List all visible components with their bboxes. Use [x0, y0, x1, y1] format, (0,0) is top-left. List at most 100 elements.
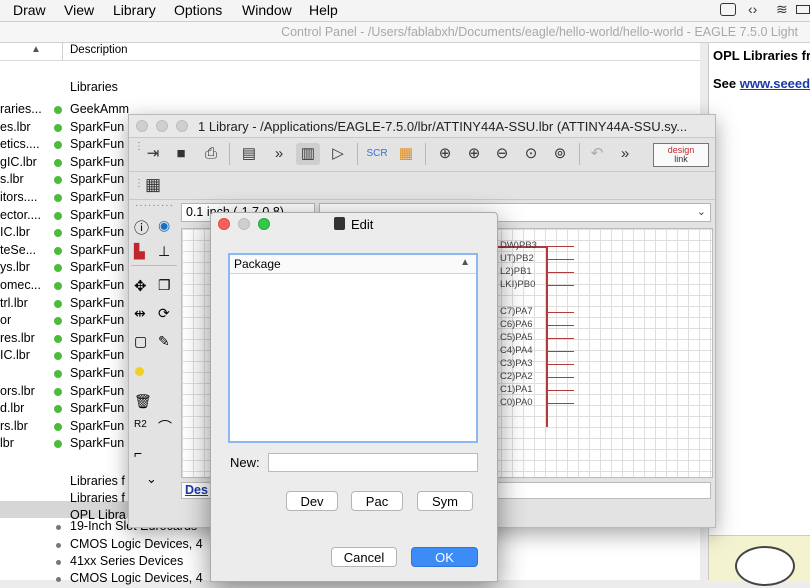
mirror-icon[interactable]: ⇹ — [134, 305, 146, 322]
library-in-use-icon[interactable] — [54, 299, 62, 308]
close-window-button[interactable] — [136, 120, 148, 132]
sym-button[interactable]: Sym — [417, 491, 473, 511]
package-list[interactable]: Package ▲ — [228, 253, 478, 443]
tree-row-description[interactable]: SparkFun — [70, 366, 124, 383]
tree-row-description[interactable]: SparkFun — [70, 384, 124, 401]
zoom-fit-icon[interactable]: ⊕ — [433, 143, 457, 165]
forward-icon[interactable]: » — [267, 143, 291, 165]
menu-library[interactable]: Library — [113, 2, 156, 18]
miter-icon[interactable]: ⌒ — [158, 417, 172, 437]
tree-row-library-file[interactable]: es.lbr — [0, 120, 31, 137]
tree-row-description[interactable]: SparkFun — [70, 172, 124, 189]
package-list-header[interactable]: Package ▲ — [230, 255, 476, 274]
library-in-use-icon[interactable] — [54, 440, 62, 449]
wire-icon[interactable]: ⌐ — [134, 445, 142, 461]
libraries-heading[interactable]: Libraries — [70, 80, 118, 97]
tree-row-description[interactable]: SparkFun — [70, 348, 124, 365]
zoom-select-icon[interactable]: ⊚ — [548, 143, 572, 165]
delete-icon[interactable]: 🗑 — [134, 393, 152, 410]
zoom-redraw-icon[interactable]: ⊙ — [519, 143, 543, 165]
tree-row-library-file[interactable]: IC.lbr — [0, 348, 30, 365]
tree-row-description[interactable]: SparkFun — [70, 120, 124, 137]
library-in-use-icon[interactable] — [54, 158, 62, 167]
tree-row-library-file[interactable]: or — [0, 313, 11, 330]
tree-row-description[interactable]: GeekAmm — [70, 102, 129, 119]
print-icon[interactable]: ⎙ — [199, 143, 223, 165]
close-dialog-button[interactable] — [218, 218, 230, 230]
tree-row-library-file[interactable]: res.lbr — [0, 331, 35, 348]
library-in-use-icon[interactable] — [54, 422, 62, 431]
tree-row-description[interactable]: SparkFun — [70, 208, 124, 225]
library-in-use-icon[interactable] — [54, 282, 62, 290]
tree-row-description[interactable]: SparkFun — [70, 313, 124, 330]
gate-icon[interactable]: ▷ — [326, 143, 350, 165]
undo-icon[interactable]: ↶ — [585, 143, 609, 165]
save-icon[interactable]: ■ — [169, 143, 193, 165]
tree-row-description[interactable]: SparkFun — [70, 419, 124, 436]
show-icon[interactable]: ◉ — [158, 217, 170, 234]
tree-row-library-file[interactable]: trl.lbr — [0, 296, 28, 313]
cancel-button[interactable]: Cancel — [331, 547, 397, 567]
sort-arrow-icon[interactable]: ▲ — [31, 44, 41, 55]
battery-icon[interactable] — [796, 5, 810, 14]
tree-row-library-file[interactable]: itors.... — [0, 190, 38, 207]
menu-view[interactable]: View — [64, 2, 94, 18]
library-in-use-icon[interactable] — [54, 334, 62, 343]
tree-row-41xx[interactable]: 41xx Series Devices — [70, 554, 183, 571]
tree-row-cmos-1[interactable]: CMOS Logic Devices, 4 — [70, 537, 203, 554]
tree-row-description[interactable]: SparkFun — [70, 155, 124, 172]
open-icon[interactable]: ⇥ — [141, 143, 165, 165]
copy-icon[interactable]: ❐ — [158, 277, 171, 294]
tree-row-description[interactable]: SparkFun — [70, 225, 124, 242]
menu-options[interactable]: Options — [174, 2, 222, 18]
tree-row-description[interactable]: SparkFun — [70, 401, 124, 418]
tree-row-library-file[interactable]: s.lbr — [0, 172, 24, 189]
mark-icon[interactable]: ⊥ — [158, 243, 170, 260]
zoom-in-icon[interactable]: ⊕ — [462, 143, 486, 165]
book-icon[interactable]: ▤ — [237, 143, 261, 165]
new-name-input[interactable] — [268, 453, 478, 472]
tree-row-library-file[interactable]: etics.... — [0, 137, 40, 154]
tree-row-description[interactable]: SparkFun — [70, 436, 124, 453]
tree-row-library-file[interactable]: gIC.lbr — [0, 155, 37, 172]
tree-row-library-file[interactable]: teSe... — [0, 243, 36, 260]
library-in-use-icon[interactable] — [54, 229, 62, 238]
design-link-button[interactable]: design link — [653, 143, 709, 167]
tree-row-description[interactable]: SparkFun — [70, 190, 124, 207]
library-in-use-icon[interactable] — [54, 370, 62, 378]
tree-row-library-file[interactable]: omec... — [0, 278, 41, 295]
description-column-header[interactable]: Description — [70, 44, 128, 56]
library-in-use-icon[interactable] — [54, 317, 62, 326]
more-icon[interactable]: » — [613, 143, 637, 165]
tree-row-library-file[interactable]: IC.lbr — [0, 225, 30, 242]
library-in-use-icon[interactable] — [54, 141, 62, 150]
dev-button[interactable]: Dev — [286, 491, 338, 511]
change-icon[interactable]: ✎ — [158, 333, 170, 350]
grid-icon[interactable]: ▦ — [141, 174, 165, 196]
ulp-icon[interactable]: ▦ — [394, 143, 418, 165]
library-in-use-icon[interactable] — [54, 123, 62, 132]
pac-button[interactable]: Pac — [351, 491, 403, 511]
description-link[interactable]: Des — [185, 483, 208, 497]
tree-row-library-file[interactable]: lbr — [0, 436, 14, 453]
chevron-down-icon[interactable]: ⌄ — [697, 205, 706, 218]
code-icon[interactable]: ‹› — [748, 1, 757, 17]
ok-button[interactable]: OK — [411, 547, 478, 567]
zoom-out-icon[interactable]: ⊖ — [490, 143, 514, 165]
menu-draw[interactable]: Draw — [13, 2, 46, 18]
seeed-link[interactable]: www.seeed — [740, 76, 810, 91]
tree-row-library-file[interactable]: ors.lbr — [0, 384, 35, 401]
library-in-use-icon[interactable] — [54, 106, 62, 114]
tree-row-libraries-1[interactable]: Libraries f — [70, 474, 125, 491]
tree-row-library-file[interactable]: ector.... — [0, 208, 41, 225]
library-in-use-icon[interactable] — [54, 246, 62, 255]
sort-arrow-icon[interactable]: ▲ — [460, 257, 470, 268]
library-in-use-icon[interactable] — [54, 264, 62, 273]
expand-palette-icon[interactable]: ⌄ — [146, 471, 157, 487]
rotate-icon[interactable]: ⟳ — [158, 305, 170, 322]
name-icon[interactable]: R2 — [134, 419, 147, 430]
library-in-use-icon[interactable] — [54, 176, 62, 185]
zoom-window-button[interactable] — [176, 120, 188, 132]
tree-row-description[interactable]: SparkFun — [70, 278, 124, 295]
minimize-dialog-button[interactable] — [238, 218, 250, 230]
